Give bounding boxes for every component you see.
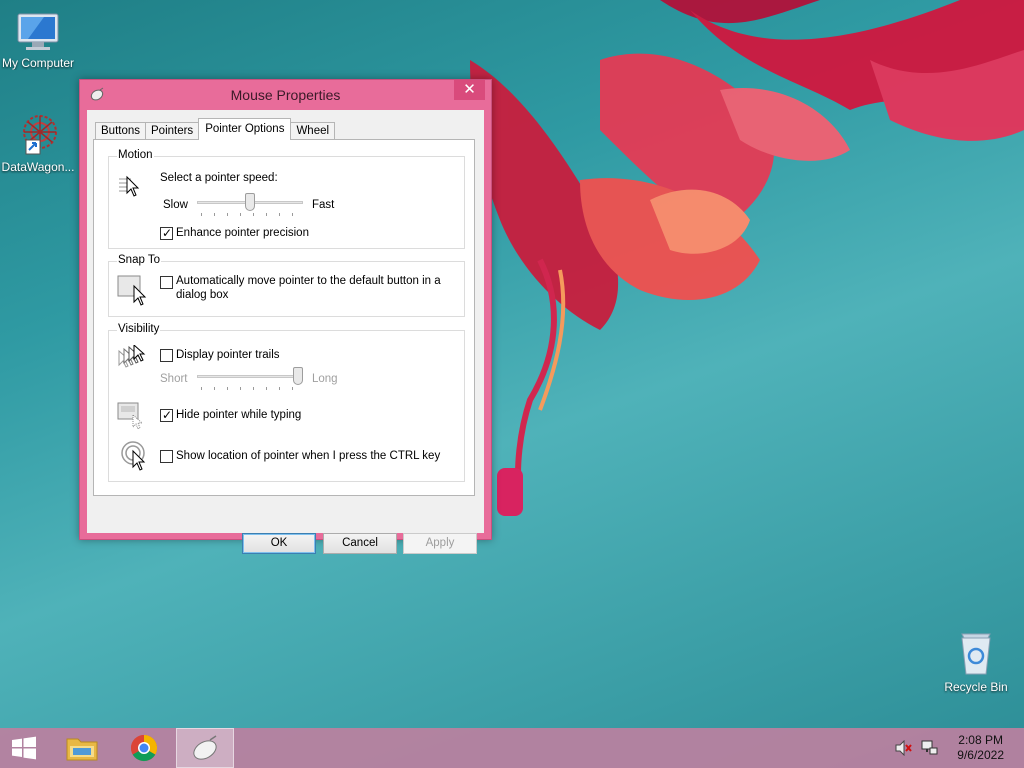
window-title: Mouse Properties [230,87,341,103]
ok-button[interactable]: OK [242,533,316,554]
close-button[interactable]: ✕ [454,80,485,100]
visibility-group-title: Visibility [117,323,161,335]
pointer-trails-label: Display pointer trails [176,349,280,361]
hide-pointer-icon [117,402,144,429]
snap-to-group: Snap To Automatically move pointer to th… [108,254,465,317]
tab-panel-pointer-options: Motion Select a pointer speed: Slow Fast… [93,139,475,496]
hide-pointer-checkbox[interactable]: ✓ [160,408,173,422]
tab-buttons[interactable]: Buttons [95,122,146,140]
slider-thumb[interactable] [293,367,303,385]
pointer-speed-label: Select a pointer speed: [160,172,278,184]
recycle-bin-icon [961,633,991,675]
slider-ticks [201,213,299,216]
taskbar-chrome[interactable] [120,728,168,768]
enhance-precision-label: Enhance pointer precision [176,227,309,239]
taskbar-mouse-properties[interactable] [176,728,234,768]
fast-label: Fast [312,199,335,211]
mouse-icon [193,735,217,760]
network-status-icon [921,740,938,755]
snap-to-label-line2: dialog box [176,289,229,301]
clock-date: 9/6/2022 [957,748,1004,762]
desktop-icon-datawagon[interactable]: DataWagon... [0,112,76,174]
dialog-client: Buttons Pointers Pointer Options Wheel M… [87,110,484,554]
check-icon: ✓ [162,226,173,240]
volume-muted-icon[interactable] [894,728,914,768]
check-icon: ✓ [162,408,173,422]
motion-group: Motion Select a pointer speed: Slow Fast… [108,149,465,249]
ctrl-location-checkbox[interactable] [160,450,173,463]
motion-group-title: Motion [117,149,154,161]
desktop-icon-label: My Computer [1,56,75,70]
short-label: Short [160,373,188,385]
title-bar[interactable]: Mouse Properties ✕ [80,80,491,110]
snap-to-icon [117,275,147,306]
close-icon: ✕ [463,81,476,98]
ctrl-location-label: Show location of pointer when I press th… [176,450,441,462]
tab-pointer-options[interactable]: Pointer Options [198,118,292,140]
slider-thumb[interactable] [245,193,255,211]
taskbar: 2:08 PM 9/6/2022 [0,728,1024,768]
apply-button[interactable]: Apply [403,533,477,554]
chrome-icon [130,734,158,762]
tab-strip: Buttons Pointers Pointer Options Wheel [95,118,336,140]
computer-icon [17,13,59,50]
tab-wheel[interactable]: Wheel [290,122,336,140]
slider-ticks [201,387,299,390]
snap-to-checkbox[interactable] [160,276,173,289]
snap-to-label-line1: Automatically move pointer to the defaul… [176,275,441,287]
datawagon-icon [23,115,57,155]
start-button[interactable] [0,728,48,768]
slow-label: Slow [163,199,188,211]
folder-icon [66,738,98,761]
pointer-location-icon [121,441,146,471]
system-clock[interactable]: 2:08 PM 9/6/2022 [957,733,1004,763]
pointer-trails-slider[interactable] [197,367,303,390]
snap-to-group-title: Snap To [117,254,161,266]
speaker-muted-icon [895,740,912,756]
taskbar-file-explorer[interactable] [58,728,106,768]
pointer-speed-icon [119,175,140,197]
slider-track [197,375,303,378]
visibility-group: Visibility Display pointer trails Short … [108,323,465,482]
windows-logo-icon [12,736,36,760]
desktop-icon-label: DataWagon... [1,160,75,174]
cancel-button[interactable]: Cancel [323,533,397,554]
clock-time: 2:08 PM [958,733,1003,747]
pointer-trails-checkbox[interactable] [160,349,173,362]
mouse-properties-window: Mouse Properties ✕ Buttons Pointers Poin… [79,79,492,554]
enhance-precision-checkbox[interactable]: ✓ [160,226,173,240]
pointer-trails-icon [118,345,146,368]
tab-pointers[interactable]: Pointers [145,122,200,140]
hide-pointer-label: Hide pointer while typing [176,409,302,421]
long-label: Long [312,373,338,385]
pointer-speed-slider[interactable] [197,193,303,216]
desktop-icon-label: Recycle Bin [944,680,1008,694]
desktop-icon-recycle-bin[interactable]: Recycle Bin [938,630,1014,694]
desktop-icon-my-computer[interactable]: My Computer [0,8,76,70]
network-icon[interactable] [918,728,940,768]
